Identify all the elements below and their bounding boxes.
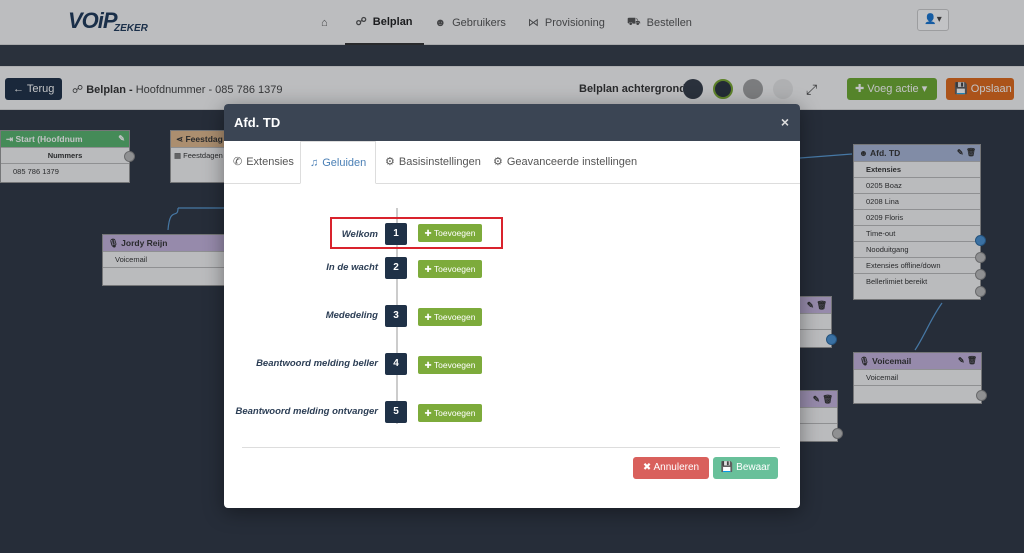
step-label: Beantwoord melding ontvanger (235, 406, 378, 417)
tab-geluiden[interactable]: ♫ Geluiden (300, 141, 377, 184)
sounds-modal: Afd. TD × ✆ Extensies ♫ Geluiden ⚙ Basisins… (224, 104, 800, 508)
step-number: 3 (385, 305, 407, 327)
tab-extensies-label: Extensies (246, 156, 294, 168)
bewaar-label: Bewaar (736, 462, 771, 473)
floppy-icon: 💾 (720, 462, 737, 473)
cancel-button[interactable]: ✖ Annuleren (633, 457, 709, 479)
modal-title: Afd. TD (234, 115, 281, 130)
close-icon[interactable]: × (781, 114, 789, 130)
gear-icon: ⚙ (493, 156, 503, 168)
plus-icon: ✚ (424, 408, 434, 418)
tab-geavanceerde-label: Geavanceerde instellingen (506, 156, 638, 168)
footer-divider (242, 447, 780, 448)
step-number: 2 (385, 257, 407, 279)
modal-header: Afd. TD × (224, 104, 800, 141)
add-button-label: Toevoegen (433, 312, 476, 322)
tab-basisinstellingen-label: Basisinstellingen (398, 156, 481, 168)
close-icon: ✖ (642, 462, 654, 473)
tab-extensies[interactable]: ✆ Extensies (224, 141, 303, 184)
add-in-de-wacht-button[interactable]: ✚ Toevoegen (418, 260, 482, 278)
add-button-label: Toevoegen (433, 360, 476, 370)
bewaar-button[interactable]: 💾 Bewaar (713, 457, 778, 479)
plus-icon: ✚ (424, 312, 434, 322)
phone-icon: ✆ (233, 156, 243, 168)
modal-tabs: ✆ Extensies ♫ Geluiden ⚙ Basisinstellingen … (224, 141, 800, 184)
add-button-label: Toevoegen (433, 408, 476, 418)
tab-geavanceerde-instellingen[interactable]: ⚙ Geavanceerde instellingen (484, 141, 646, 184)
step-label: Mededeling (325, 310, 378, 321)
add-beantwoord-beller-button[interactable]: ✚ Toevoegen (418, 356, 482, 374)
step-number: 4 (385, 353, 407, 375)
step-label: Beantwoord melding beller (256, 358, 378, 369)
step-number: 5 (385, 401, 407, 423)
music-icon: ♫ (310, 157, 319, 169)
add-button-label: Toevoegen (433, 264, 476, 274)
add-beantwoord-ontvanger-button[interactable]: ✚ Toevoegen (418, 404, 482, 422)
tab-basisinstellingen[interactable]: ⚙ Basisinstellingen (376, 141, 490, 184)
gear-icon: ⚙ (385, 156, 395, 168)
add-mededeling-button[interactable]: ✚ Toevoegen (418, 308, 482, 326)
tab-geluiden-label: Geluiden (322, 157, 367, 169)
plus-icon: ✚ (424, 264, 434, 274)
highlight-box (330, 217, 503, 249)
plus-icon: ✚ (424, 360, 434, 370)
step-label: In de wacht (326, 262, 378, 273)
cancel-label: Annuleren (653, 462, 700, 473)
